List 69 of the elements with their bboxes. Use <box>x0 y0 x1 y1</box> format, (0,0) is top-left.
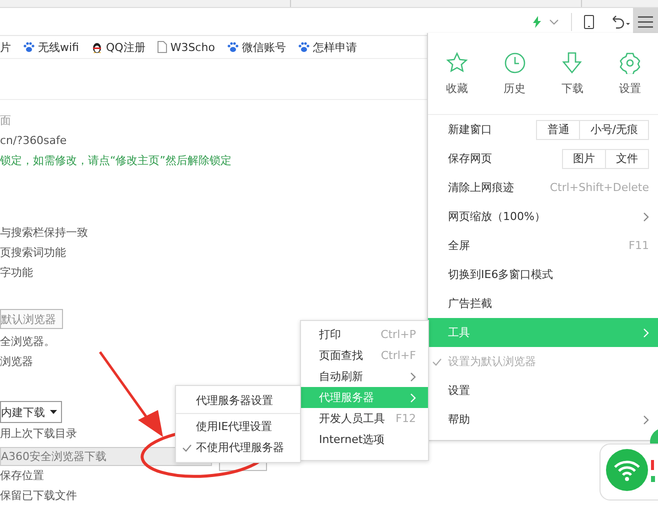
bookmark[interactable]: 微信账号 <box>226 40 286 54</box>
option-button[interactable]: 图片 <box>562 148 606 168</box>
option-button[interactable]: 普通 <box>536 120 580 140</box>
menu-item[interactable]: 保存网页 图片 文件 <box>428 144 658 173</box>
tablet-icon[interactable] <box>584 14 594 28</box>
shortcut-text: Ctrl+P <box>380 328 416 341</box>
checkmark-icon <box>432 358 442 366</box>
bookmark[interactable]: 片 <box>0 40 11 54</box>
menu-button[interactable] <box>633 8 658 35</box>
menu-shortcut[interactable]: 收藏 <box>428 33 486 114</box>
setting-text: 用上次下载目录 <box>0 426 77 440</box>
settings-icon <box>619 52 642 74</box>
menu-item[interactable]: 使用IE代理设置 <box>176 416 300 437</box>
menu-icon <box>638 16 653 28</box>
setting-text: 保留已下载文件 <box>0 488 77 502</box>
setting-text: 字功能 <box>0 264 33 280</box>
menu-item[interactable]: 页面查找 Ctrl+F <box>301 345 428 366</box>
paw-icon <box>23 41 35 53</box>
menu-item[interactable]: 切换到IE6多窗口模式 <box>428 260 658 289</box>
download-dropdown[interactable]: 内建下载 <box>0 401 62 423</box>
shortcut-text: Ctrl+Shift+Delete <box>550 181 649 194</box>
paw-icon <box>226 41 239 53</box>
shortcut-text: F11 <box>628 239 649 252</box>
bookmark[interactable]: 无线wifi <box>23 40 79 54</box>
menu-item[interactable]: 广告拦截 <box>428 289 658 318</box>
menu-item[interactable]: 打印 Ctrl+P <box>301 324 428 345</box>
setting-text: 保存位置 <box>0 468 44 482</box>
setting-text: 页搜索词功能 <box>0 244 66 260</box>
setting-text: cn/?360safe <box>0 134 67 146</box>
menu-shortcut[interactable]: 下载 <box>544 33 602 114</box>
menu-item[interactable]: 清除上网痕迹 Ctrl+Shift+Delete <box>428 173 658 202</box>
menu-item[interactable]: 新建窗口 普通 小号/无痕 <box>428 115 658 144</box>
setting-text: 全浏览器。 <box>0 334 55 348</box>
chevron-right-icon <box>410 392 416 402</box>
chevron-right-icon <box>643 414 649 424</box>
bookmark[interactable]: W3Scho <box>157 40 215 54</box>
download-icon <box>562 52 582 74</box>
menu-item[interactable]: 自动刷新 <box>301 366 428 387</box>
shortcut-text: F12 <box>396 412 416 425</box>
clock-icon <box>504 52 526 74</box>
undo-icon[interactable] <box>610 14 630 28</box>
dropdown-arrow-icon <box>50 410 57 414</box>
option-button[interactable]: 小号/无痕 <box>579 120 649 140</box>
option-button[interactable]: 文件 <box>605 148 649 168</box>
menu-item[interactable]: 帮助 <box>428 405 658 434</box>
penguin-icon <box>90 40 103 54</box>
page-icon <box>157 41 168 53</box>
bookmark[interactable]: QQ注册 <box>90 40 146 54</box>
menu-item[interactable]: Internet选项 <box>301 429 428 450</box>
chevron-right-icon <box>410 372 416 382</box>
shortcut-text: Ctrl+F <box>380 349 416 362</box>
bookmark[interactable]: 怎样申请 <box>298 40 357 54</box>
menu-item[interactable]: 设置 <box>428 376 658 405</box>
star-icon <box>446 52 468 74</box>
menu-item[interactable]: 全屏 F11 <box>428 231 658 260</box>
menu-item[interactable]: 代理服务器设置 <box>176 390 300 411</box>
menu-item[interactable]: 开发人员工具 F12 <box>301 408 428 429</box>
setting-label: 面 <box>0 112 11 128</box>
setting-text: 与搜索栏保持一致 <box>0 224 88 240</box>
chevron-down-icon[interactable] <box>549 18 559 24</box>
setting-text: 浏览器 <box>0 354 33 368</box>
checkmark-icon <box>182 444 192 452</box>
paw-icon <box>298 41 310 53</box>
menu-shortcut[interactable]: 设置 <box>601 33 658 114</box>
notice-text: 锁定，如需修改，请点“修改主页”然后解除锁定 <box>0 152 232 168</box>
chevron-right-icon <box>643 212 649 222</box>
menu-item[interactable]: 网页缩放（100%） <box>428 202 658 231</box>
menu-shortcut[interactable]: 历史 <box>486 33 544 114</box>
chevron-right-icon <box>643 328 649 338</box>
